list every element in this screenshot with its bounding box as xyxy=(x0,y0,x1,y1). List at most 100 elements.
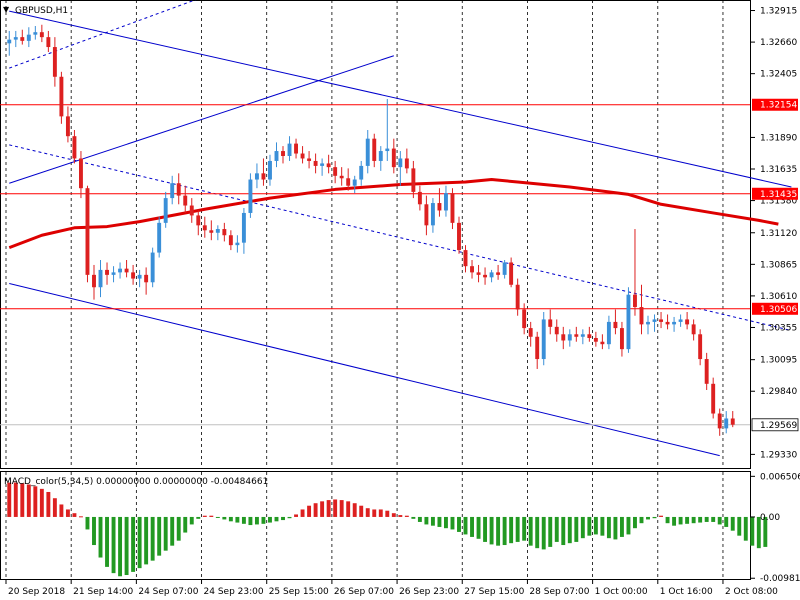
candle-body xyxy=(652,319,657,322)
candle-body xyxy=(522,309,527,329)
candle-body xyxy=(222,229,227,236)
candle-body xyxy=(346,178,351,186)
macd-bar xyxy=(170,516,175,546)
macd-bar xyxy=(685,516,690,524)
candle-body xyxy=(646,321,650,325)
candle-body xyxy=(157,222,162,253)
level-label-text: 1.32154 xyxy=(760,101,797,111)
macd-bar xyxy=(489,516,494,545)
macd-bar xyxy=(606,516,611,539)
candle-body xyxy=(170,183,175,199)
macd-bar xyxy=(652,516,657,519)
chart[interactable]: 1.329151.326601.324051.318901.316351.313… xyxy=(0,0,800,600)
candle-body xyxy=(450,193,455,223)
macd-bar xyxy=(65,509,70,517)
macd-bar xyxy=(678,516,683,525)
candle-body xyxy=(476,272,481,275)
macd-bar xyxy=(717,516,722,525)
candle-body xyxy=(248,179,253,213)
candle-body xyxy=(13,37,18,40)
candle-body xyxy=(118,268,123,273)
macd-bar xyxy=(404,515,409,517)
candle-body xyxy=(111,272,116,275)
candle-body xyxy=(691,324,696,335)
candle-body xyxy=(535,336,540,360)
candle-body xyxy=(241,212,246,243)
candle-body xyxy=(33,32,38,35)
candle-body xyxy=(580,334,585,337)
macd-bar xyxy=(131,516,136,572)
candle-body xyxy=(561,334,566,341)
candle-body xyxy=(215,229,220,233)
candle-body xyxy=(150,252,155,283)
candle-body xyxy=(417,191,422,205)
macd-bar xyxy=(430,516,435,526)
candle-body xyxy=(202,225,207,231)
macd-bar xyxy=(659,515,663,517)
candle-body xyxy=(385,148,390,152)
candle-body xyxy=(300,153,305,159)
candle-body xyxy=(509,262,514,285)
macd-bar xyxy=(646,516,650,520)
macd-bar xyxy=(502,516,507,546)
y-tick-label: 1.32915 xyxy=(760,7,797,17)
macd-bar xyxy=(437,516,442,527)
macd-bar xyxy=(450,516,455,530)
symbol-dropdown-icon[interactable]: ▼ xyxy=(3,5,10,14)
candle-body xyxy=(333,167,338,176)
macd-bar xyxy=(111,516,116,574)
candle-body xyxy=(46,37,51,48)
candle-body xyxy=(79,158,83,189)
candle-body xyxy=(183,195,188,206)
x-tick-label: 2 Oct 08:00 xyxy=(725,587,778,597)
macd-bar xyxy=(307,505,312,517)
candle-body xyxy=(189,205,194,216)
candle-body xyxy=(515,284,520,310)
macd-bar xyxy=(750,516,755,546)
macd-bar xyxy=(724,516,729,527)
candle-body xyxy=(404,158,409,169)
candle-body xyxy=(711,383,716,414)
current-price-text: 1.29569 xyxy=(760,421,797,431)
candle-body xyxy=(606,321,611,345)
candle-body xyxy=(85,188,90,275)
macd-bar xyxy=(483,516,488,542)
candle-body xyxy=(430,203,435,226)
candle-body xyxy=(548,319,553,327)
macd-bar xyxy=(163,516,168,551)
candle-body xyxy=(587,334,592,338)
macd-bar xyxy=(470,516,474,537)
macd-y-tick-label: 0.0065060 xyxy=(760,472,800,482)
macd-bar xyxy=(365,508,370,517)
y-tick-label: 1.32405 xyxy=(760,70,797,80)
candle-body xyxy=(235,242,240,246)
macd-bar xyxy=(339,500,344,517)
macd-bar xyxy=(619,516,624,537)
candle-body xyxy=(281,151,285,156)
macd-bar xyxy=(235,516,240,523)
macd-bar xyxy=(39,488,44,517)
y-tick-label: 1.31890 xyxy=(760,133,797,143)
macd-bar xyxy=(189,516,194,525)
macd-bar xyxy=(241,516,246,524)
macd-bar xyxy=(737,516,742,536)
candle-body xyxy=(228,235,233,246)
y-tick-label: 1.30865 xyxy=(760,260,797,270)
macd-bar xyxy=(378,509,383,517)
candle-body xyxy=(307,158,312,161)
macd-bar xyxy=(300,509,305,517)
macd-bar xyxy=(359,505,364,517)
macd-bar xyxy=(385,510,390,517)
macd-bar xyxy=(496,516,501,546)
macd-bar xyxy=(554,516,559,542)
macd-bar xyxy=(580,516,585,539)
candle-body xyxy=(7,39,12,44)
candle-body xyxy=(268,160,272,180)
candle-body xyxy=(457,222,461,251)
candle-body xyxy=(59,76,64,117)
candle-body xyxy=(496,272,501,275)
x-tick-label: 28 Sep 07:00 xyxy=(529,587,589,597)
candle-body xyxy=(567,334,572,341)
macd-bar xyxy=(287,516,292,519)
macd-bar xyxy=(587,516,592,536)
